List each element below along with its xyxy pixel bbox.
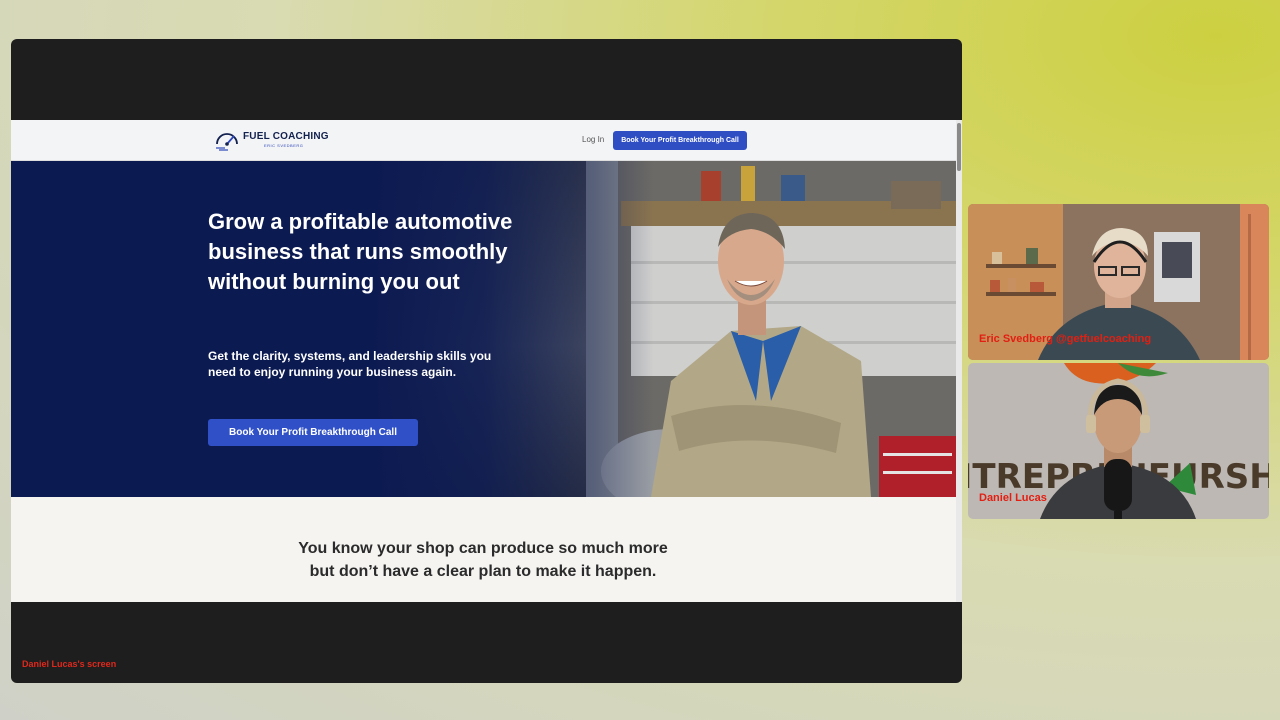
- logo-title: FUEL COACHING: [243, 131, 329, 142]
- participant-name-daniel: Daniel Lucas: [979, 492, 1047, 504]
- login-link[interactable]: Log In: [582, 135, 604, 144]
- fuel-coaching-logo[interactable]: FUEL COACHING ERIC SVEDBERG: [214, 128, 329, 152]
- problem-statement: You know your shop can produce so much m…: [233, 537, 733, 583]
- speedometer-icon: [216, 133, 238, 151]
- problem-line-1: You know your shop can produce so much m…: [298, 540, 668, 557]
- hero-subheadline: Get the clarity, systems, and leadership…: [208, 349, 492, 379]
- participant-tile-eric[interactable]: Eric Svedberg @getfuelcoaching: [968, 204, 1269, 360]
- shared-website: FUEL COACHING ERIC SVEDBERG Log In Book …: [11, 120, 956, 602]
- problem-line-2: but don’t have a clear plan to make it h…: [309, 563, 657, 580]
- website-scrollbar[interactable]: [956, 120, 962, 602]
- screen-owner-label: Daniel Lucas's screen: [22, 659, 117, 669]
- screen-share-panel: FUEL COACHING ERIC SVEDBERG Log In Book …: [11, 39, 962, 683]
- hero-book-call-button[interactable]: Book Your Profit Breakthrough Call: [208, 419, 418, 446]
- nav-book-call-button[interactable]: Book Your Profit Breakthrough Call: [613, 131, 747, 150]
- problem-section: You know your shop can produce so much m…: [11, 497, 956, 602]
- site-nav-bar: FUEL COACHING ERIC SVEDBERG Log In Book …: [11, 120, 956, 161]
- participant-tile-daniel[interactable]: ENTREPRENEURSHIP Daniel Lucas: [968, 363, 1269, 519]
- logo-subtitle: ERIC SVEDBERG: [264, 143, 304, 148]
- participant-name-eric: Eric Svedberg @getfuelcoaching: [979, 333, 1152, 345]
- hero-headline: Grow a profitable automotive business th…: [208, 209, 513, 294]
- hero-section: Grow a profitable automotive business th…: [11, 161, 956, 497]
- scrollbar-thumb[interactable]: [957, 123, 961, 171]
